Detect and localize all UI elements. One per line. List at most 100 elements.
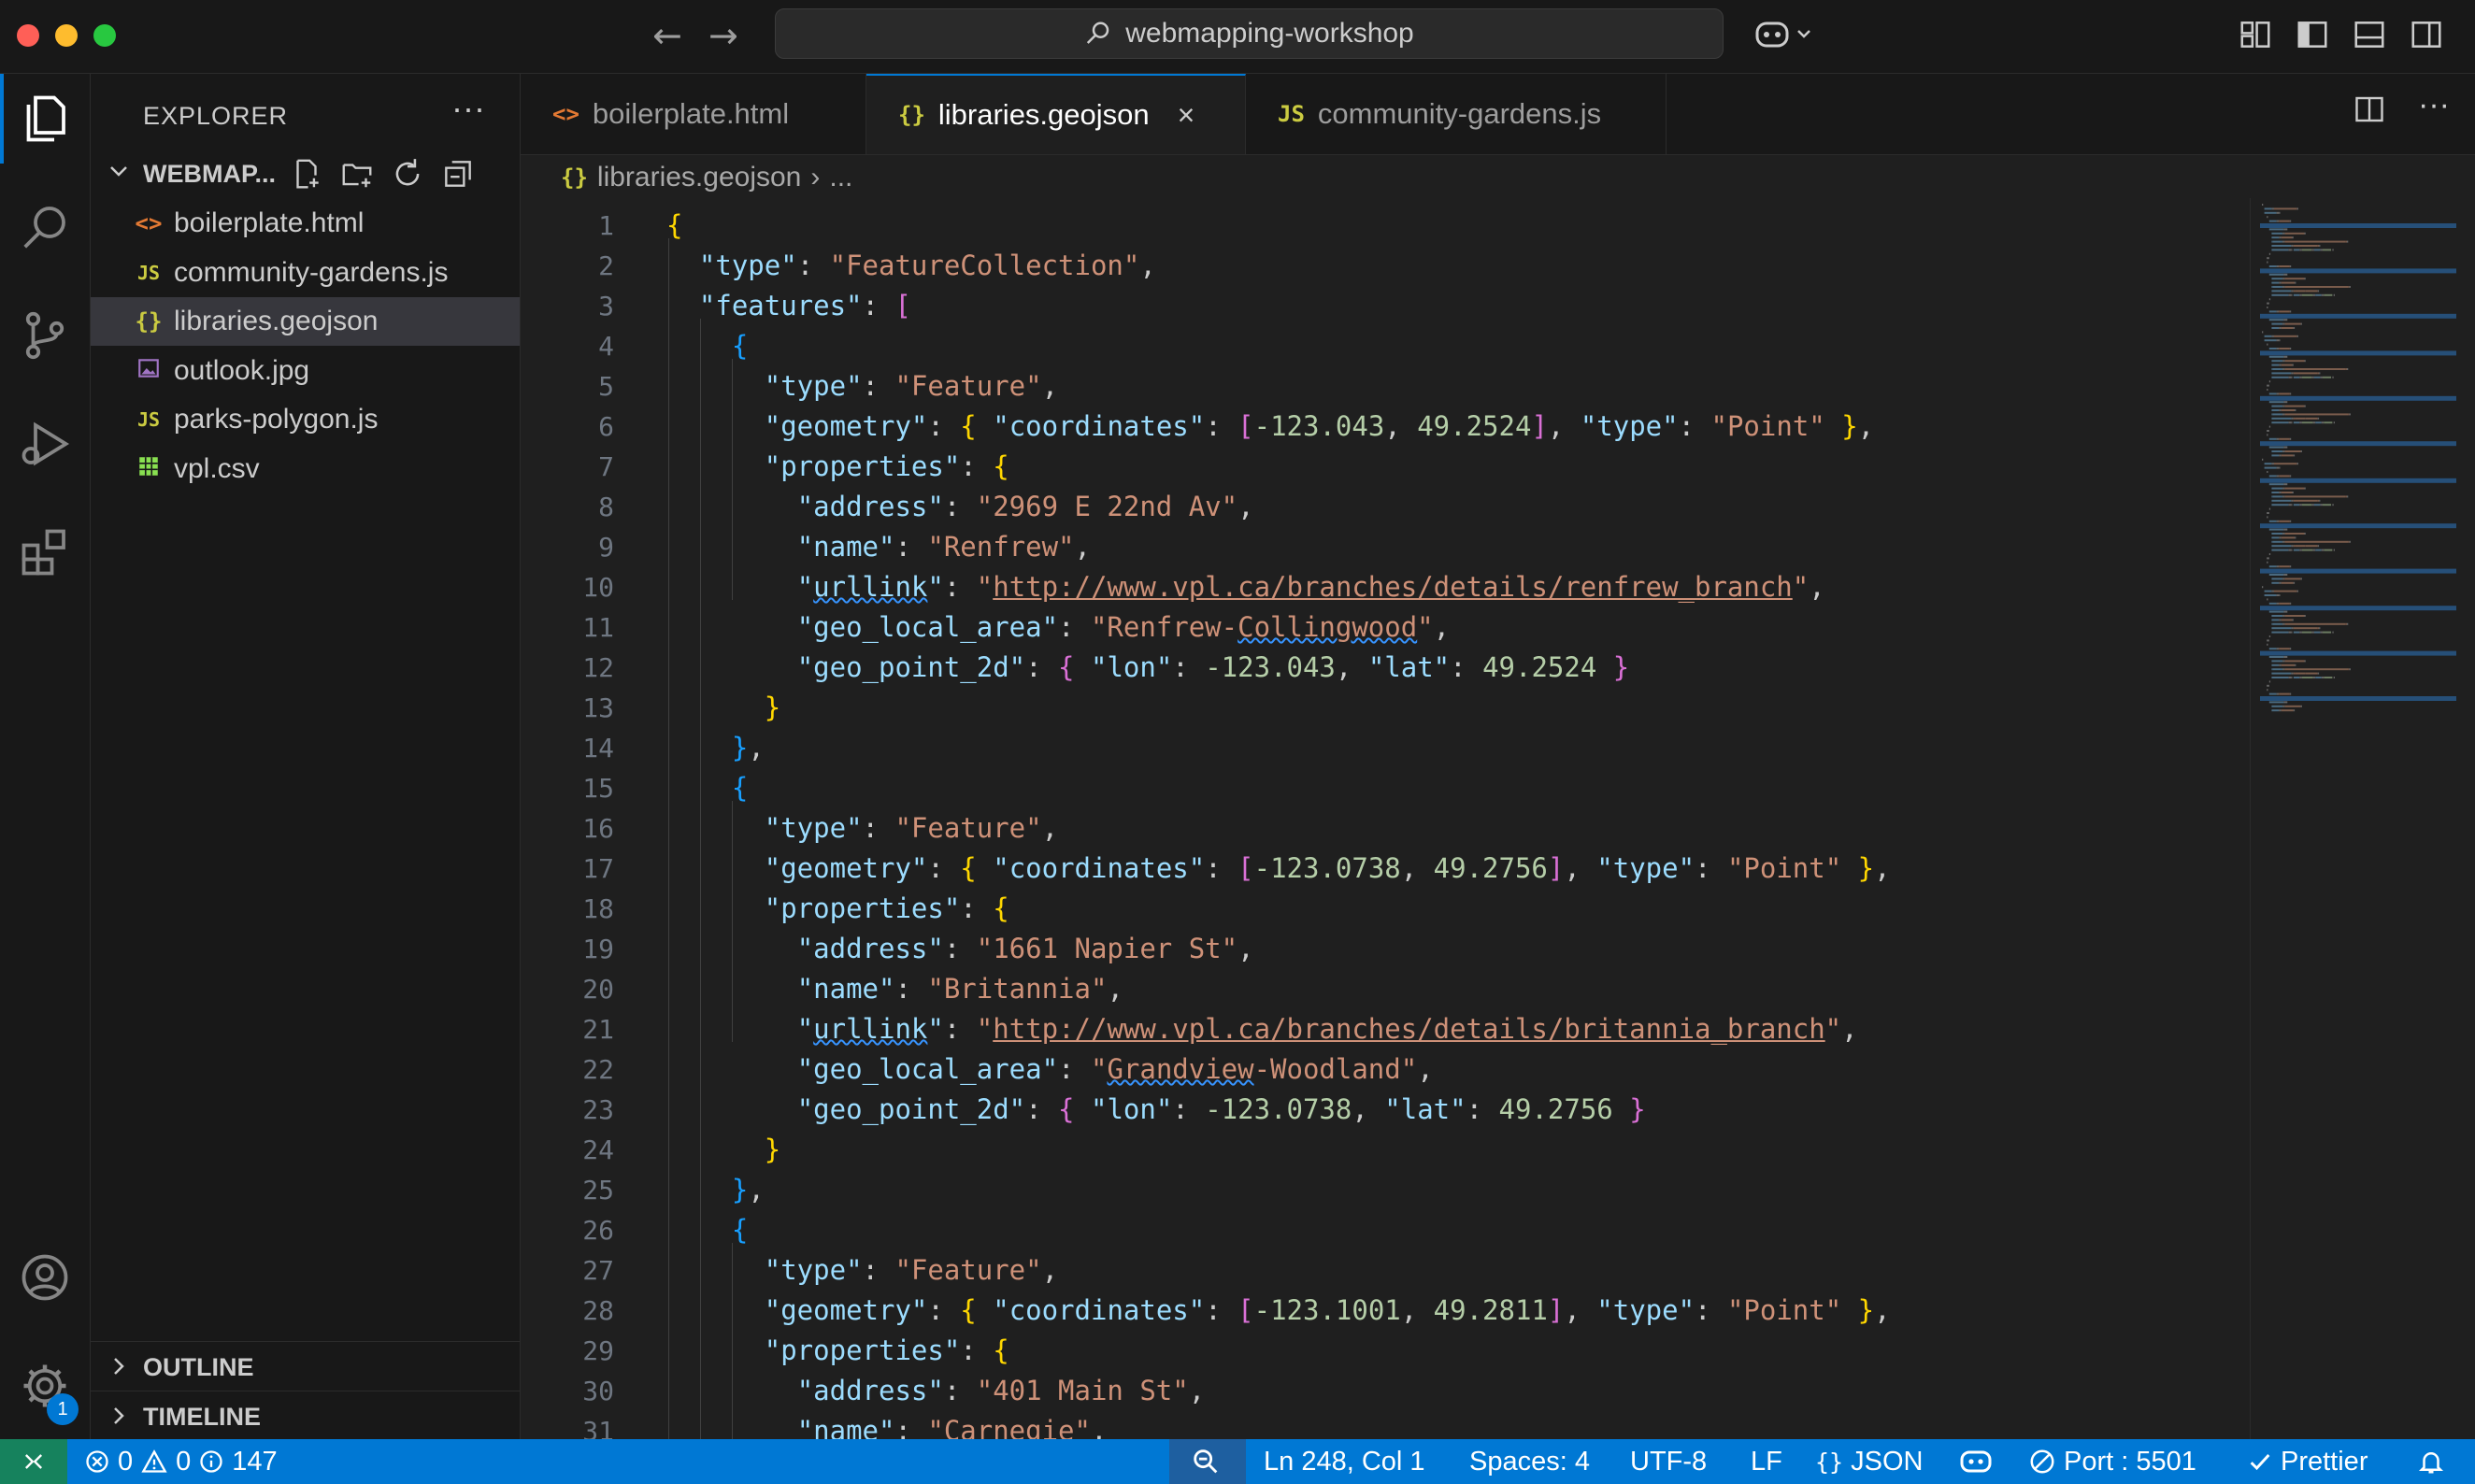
zoom-icon[interactable] [1190,1439,1222,1484]
code-token: , [1809,571,1825,603]
minimap-token [2300,578,2302,580]
minimap-token [2283,483,2286,486]
minimap-highlight [2260,441,2456,447]
remote-indicator[interactable] [0,1439,67,1484]
port-label: Port : 5501 [2064,1446,2196,1477]
minimap-token [2279,709,2282,712]
language-mode[interactable]: {} JSON [1815,1439,1923,1484]
minimap-token [2288,376,2292,378]
new-folder-icon[interactable] [339,156,375,192]
forward-arrow-icon[interactable]: → [708,15,738,56]
breadcrumb-file[interactable]: libraries.geojson [597,162,801,193]
code-token: } [731,1174,749,1206]
search-icon [1087,21,1109,44]
file-item[interactable]: JS community-gardens.js [91,249,520,297]
explorer-activity-button[interactable] [0,74,90,164]
command-center-search[interactable]: webmapping-workshop [775,8,1724,59]
source-control-icon [25,311,64,360]
minimap-token [2271,619,2280,621]
code-token: " [976,571,994,603]
notifications-bell-icon[interactable] [2417,1439,2445,1484]
minimap-token [2286,540,2349,543]
copilot-icon[interactable] [1753,17,1819,52]
code-token: -123.0738 [1253,852,1401,884]
outline-section[interactable]: OUTLINE [91,1341,520,1391]
file-item[interactable]: outlook.jpg [91,347,520,395]
split-editor-icon[interactable] [2353,93,2386,135]
problems-indicator[interactable]: 0 0 147 [84,1439,278,1484]
js-file-icon: JS [1278,101,1305,127]
tab-community-gardens-js[interactable]: JS community-gardens.js [1246,74,1667,154]
code-token: -123.0738 [1205,1093,1352,1125]
tab-label: libraries.geojson [937,98,1150,131]
toggle-panel-icon[interactable] [2352,17,2387,52]
search-activity-button[interactable] [0,182,90,272]
live-server-port[interactable]: Port : 5501 [2028,1439,2196,1484]
refresh-icon[interactable] [390,156,425,192]
file-item[interactable]: <> boilerplate.html [91,199,520,248]
check-icon [2250,1454,2270,1471]
collapse-all-icon[interactable] [440,156,476,192]
close-window-button[interactable] [17,24,39,47]
maximize-window-button[interactable] [93,24,116,47]
back-arrow-icon[interactable]: ← [652,15,682,56]
code-token: , [1335,651,1368,683]
new-file-icon[interactable] [289,156,324,192]
minimap-token [2282,487,2285,490]
minimap-token [2271,705,2283,707]
close-icon[interactable]: × [1178,98,1195,133]
minimap-token [2304,278,2306,280]
code-token: urllink [813,571,928,603]
code-editor[interactable]: 1 2 3 4 5 6 7 8 9 10 11 12 13 14 15 16 17 18 19 20 21 22 23 24 2… [521,198,2250,1439]
minimap-token [2324,549,2333,551]
code-token: { [960,1294,977,1326]
customize-layout-icon[interactable] [2238,17,2273,52]
tab-boilerplate-html[interactable]: <> boilerplate.html [521,74,866,154]
minimap[interactable] [2250,198,2475,1439]
minimap-token [2282,286,2285,288]
run-debug-activity-button[interactable] [0,399,90,489]
minimap-token [2279,327,2282,329]
encoding-indicator[interactable]: UTF-8 [1630,1439,1707,1484]
toggle-secondary-sidebar-icon[interactable] [2409,17,2444,52]
minimap-token [2293,677,2300,678]
minimap-token [2286,495,2346,498]
file-item[interactable]: vpl.csv [91,445,520,493]
minimap-token [2279,339,2281,342]
timeline-section[interactable]: TIMELINE [91,1391,520,1440]
json-file-icon: {} [561,164,588,191]
more-actions-icon[interactable]: ··· [451,89,485,128]
code-token: " [1824,1013,1842,1045]
minimap-token [2284,540,2286,543]
code-line: } [666,1130,780,1170]
tab-libraries-geojson[interactable]: {} libraries.geojson × [866,74,1246,154]
minimap-token [2299,549,2302,551]
accounts-activity-button[interactable] [0,1233,90,1322]
indentation-indicator[interactable]: Spaces: 4 [1469,1439,1590,1484]
cursor-position[interactable]: Ln 248, Col 1 [1264,1439,1425,1484]
minimap-token [2295,281,2296,284]
toggle-primary-sidebar-icon[interactable] [2295,17,2330,52]
source-control-activity-button[interactable] [0,291,90,380]
workspace-folder-header[interactable]: WEBMAP... [91,150,520,195]
minimap-token [2299,504,2302,507]
copilot-status-icon[interactable] [1959,1439,1995,1484]
prettier-status[interactable]: Prettier [2247,1439,2368,1484]
code-token: [ [894,290,911,321]
minimap-token [2267,561,2268,564]
minimize-window-button[interactable] [55,24,78,47]
minimap-token [2320,376,2323,378]
minimap-token [2283,273,2286,276]
code-line: { [666,206,682,246]
editor-more-actions-icon[interactable]: ··· [2418,87,2450,123]
file-item[interactable]: {} libraries.geojson [91,297,520,346]
breadcrumb-symbol[interactable]: ... [829,162,852,193]
eol-indicator[interactable]: LF [1751,1439,1782,1484]
line-number: 6 [598,411,614,442]
extensions-activity-button[interactable] [0,507,90,597]
file-item[interactable]: JS parks-polygon.js [91,395,520,444]
minimap-token [2291,372,2294,375]
